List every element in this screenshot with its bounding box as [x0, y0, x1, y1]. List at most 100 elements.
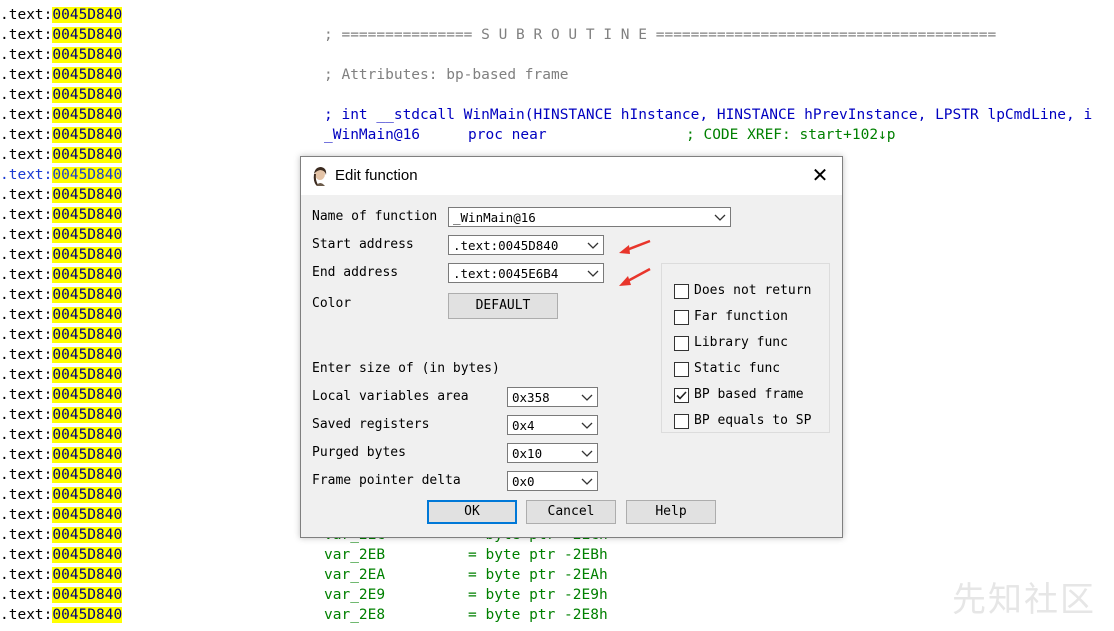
- segment-name: .text:: [0, 447, 53, 463]
- checkbox-icon[interactable]: [674, 310, 689, 325]
- color-default-button[interactable]: DEFAULT: [448, 293, 558, 319]
- proc-name[interactable]: _WinMain@16: [324, 125, 420, 145]
- listing-row[interactable]: .text:0045D840: [0, 525, 123, 545]
- listing-row[interactable]: .text:0045D840: [0, 65, 123, 85]
- listing-row[interactable]: .text:0045D840: [0, 545, 123, 565]
- listing-row[interactable]: .text:0045D840: [0, 205, 123, 225]
- listing-row[interactable]: .text:0045D840: [0, 185, 123, 205]
- segment-name: .text:: [0, 147, 53, 163]
- close-button[interactable]: ✕: [798, 157, 842, 195]
- listing-row[interactable]: .text:0045D840: [0, 165, 123, 185]
- chevron-down-icon[interactable]: [581, 416, 593, 434]
- chevron-down-icon[interactable]: [587, 264, 599, 282]
- local-vars-combo[interactable]: 0x358: [507, 387, 598, 407]
- listing-row[interactable]: .text:0045D840: [0, 465, 123, 485]
- listing-row[interactable]: .text:0045D840: [0, 85, 123, 105]
- chevron-down-icon[interactable]: [581, 444, 593, 462]
- listing-row[interactable]: .text:0045D840: [0, 505, 123, 525]
- listing-row[interactable]: .text:0045D840: [0, 425, 123, 445]
- segment-name: .text:: [0, 187, 53, 203]
- segment-name: .text:: [0, 427, 53, 443]
- ok-button[interactable]: OK: [427, 500, 517, 524]
- var-name[interactable]: var_2E8: [324, 605, 385, 625]
- address: 0045D840: [52, 267, 123, 283]
- listing-row[interactable]: .text:0045D840: [0, 605, 123, 625]
- listing-row[interactable]: .text:0045D840: [0, 125, 123, 145]
- address: 0045D840: [52, 287, 123, 303]
- segment-name: .text:: [0, 487, 53, 503]
- listing-row[interactable]: .text:0045D840: [0, 225, 123, 245]
- var-definition: = byte ptr -2E8h: [468, 607, 608, 623]
- var-name[interactable]: var_2EB: [324, 545, 385, 565]
- listing-row[interactable]: .text:0045D840: [0, 385, 123, 405]
- address: 0045D840: [52, 447, 123, 463]
- purged-bytes-combo[interactable]: 0x10: [507, 443, 598, 463]
- chevron-down-icon[interactable]: [714, 208, 726, 226]
- address: 0045D840: [52, 107, 123, 123]
- segment-name: .text:: [0, 107, 53, 123]
- chevron-down-icon[interactable]: [581, 472, 593, 490]
- listing-row[interactable]: .text:0045D840: [0, 485, 123, 505]
- segment-name: .text:: [0, 167, 53, 183]
- dialog-title: Edit function: [335, 167, 418, 184]
- xref-comment[interactable]: ; CODE XREF: start+102↓p: [686, 125, 896, 145]
- purged-bytes-value: 0x10: [512, 446, 543, 461]
- checkbox-icon[interactable]: [674, 414, 689, 429]
- chevron-down-icon[interactable]: [581, 388, 593, 406]
- segment-name: .text:: [0, 7, 53, 23]
- segment-name: .text:: [0, 127, 53, 143]
- address: 0045D840: [52, 227, 123, 243]
- name-label: Name of function: [312, 209, 438, 224]
- address: 0045D840: [52, 87, 123, 103]
- frame-pointer-delta-combo[interactable]: 0x0: [507, 471, 598, 491]
- listing-row[interactable]: .text:0045D840: [0, 265, 123, 285]
- segment-name: .text:: [0, 227, 53, 243]
- listing-row[interactable]: .text:0045D840: [0, 145, 123, 165]
- listing-row[interactable]: .text:0045D840: [0, 305, 123, 325]
- start-address-value: .text:0045D840: [453, 238, 559, 253]
- listing-row[interactable]: .text:0045D840: [0, 45, 123, 65]
- chevron-down-icon[interactable]: [587, 236, 599, 254]
- address: 0045D840: [52, 467, 123, 483]
- listing-row[interactable]: .text:0045D840: [0, 565, 123, 585]
- listing-row[interactable]: .text:0045D840: [0, 25, 123, 45]
- listing-row[interactable]: .text:0045D840: [0, 285, 123, 305]
- cancel-button[interactable]: Cancel: [526, 500, 616, 524]
- checkbox-label: BP based frame: [694, 387, 804, 402]
- segment-name: .text:: [0, 87, 53, 103]
- address: 0045D840: [52, 147, 123, 163]
- dialog-titlebar[interactable]: Edit function ✕: [301, 157, 842, 195]
- var-name[interactable]: var_2EA: [324, 565, 385, 585]
- checkbox-icon[interactable]: [674, 336, 689, 351]
- segment-name: .text:: [0, 507, 53, 523]
- end-address-combo[interactable]: .text:0045E6B4: [448, 263, 604, 283]
- signature-comment: ; int __stdcall WinMain(HINSTANCE hInsta…: [324, 107, 1093, 123]
- help-button[interactable]: Help: [626, 500, 716, 524]
- var-definition: = byte ptr -2EAh: [468, 567, 608, 583]
- start-address-label: Start address: [312, 237, 414, 252]
- name-of-function-combo[interactable]: _WinMain@16: [448, 207, 731, 227]
- segment-name: .text:: [0, 467, 53, 483]
- listing-row[interactable]: .text:0045D840: [0, 405, 123, 425]
- name-value: _WinMain@16: [453, 210, 536, 225]
- address: 0045D840: [52, 407, 123, 423]
- listing-row[interactable]: .text:0045D840: [0, 325, 123, 345]
- listing-row[interactable]: .text:0045D840: [0, 345, 123, 365]
- listing-row[interactable]: .text:0045D840: [0, 245, 123, 265]
- listing-row[interactable]: .text:0045D840: [0, 105, 123, 125]
- listing-row[interactable]: .text:0045D840: [0, 5, 123, 25]
- listing-row[interactable]: .text:0045D840: [0, 585, 123, 605]
- saved-registers-combo[interactable]: 0x4: [507, 415, 598, 435]
- checkbox-icon[interactable]: [674, 284, 689, 299]
- var-name[interactable]: var_2E9: [324, 585, 385, 605]
- listing-row[interactable]: .text:0045D840: [0, 445, 123, 465]
- checkbox-icon[interactable]: [674, 362, 689, 377]
- listing-row[interactable]: .text:0045D840: [0, 365, 123, 385]
- start-address-combo[interactable]: .text:0045D840: [448, 235, 604, 255]
- segment-name: .text:: [0, 527, 53, 543]
- edit-function-dialog: Edit function ✕ Name of function _WinMai…: [300, 156, 843, 538]
- segment-name: .text:: [0, 247, 53, 263]
- checkbox-checked-icon[interactable]: [674, 388, 689, 403]
- segment-name: .text:: [0, 587, 53, 603]
- segment-name: .text:: [0, 207, 53, 223]
